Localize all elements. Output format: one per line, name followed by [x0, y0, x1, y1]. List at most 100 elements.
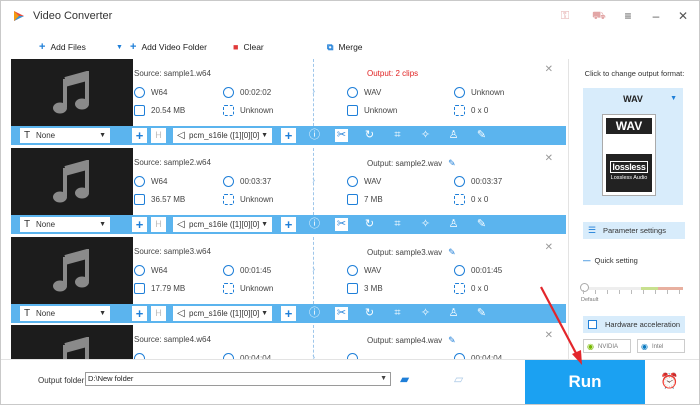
- crop-icon[interactable]: ⌗: [391, 218, 404, 231]
- edit-toolbar: T None ▼ + H ◁ pcm_s16le ([1][0][0] ▼ + ⓘ ✂ …: [11, 126, 566, 145]
- effects-wand-icon[interactable]: ✧: [419, 307, 432, 320]
- file-item[interactable]: Source: sample2.w64 ✕ W64 00:03:37 36.57…: [11, 148, 566, 237]
- output-filename[interactable]: Output: sample2.wav ✎: [367, 158, 456, 169]
- add-audio-button[interactable]: +: [281, 128, 296, 143]
- rotate-icon[interactable]: ↻: [363, 307, 376, 320]
- scissors-icon[interactable]: ✂: [335, 129, 348, 142]
- output-folder-field[interactable]: D:\New folder ▼: [85, 372, 391, 386]
- rotate-icon[interactable]: ↻: [363, 218, 376, 231]
- hardware-acceleration-toggle[interactable]: Hardware acceleration: [583, 316, 685, 333]
- open-folder-icon[interactable]: ▰: [400, 372, 409, 386]
- run-button[interactable]: Run: [525, 360, 645, 404]
- source-duration-value: 00:02:02: [240, 88, 272, 97]
- caret-down-icon[interactable]: ▼: [380, 373, 387, 385]
- output-size-value: 7 MB: [364, 195, 383, 204]
- arrow-right-icon: ›: [312, 352, 316, 359]
- output-format-value: WAV: [364, 88, 382, 97]
- add-audio-button[interactable]: +: [281, 217, 296, 232]
- audio-track-select[interactable]: ◁ pcm_s16le ([1][0][0] ▼: [173, 128, 272, 143]
- subtitle-h-icon[interactable]: H: [151, 306, 166, 321]
- output-size-value: 3 MB: [364, 284, 383, 293]
- add-subtitle-button[interactable]: +: [132, 128, 147, 143]
- output-filename-value: Output: sample2.wav: [367, 159, 443, 168]
- output-duration-value: Unknown: [471, 88, 505, 97]
- add-subtitle-button[interactable]: +: [132, 306, 147, 321]
- remove-item-icon[interactable]: ✕: [545, 330, 553, 341]
- edit-pencil-icon[interactable]: ✎: [448, 335, 456, 346]
- remove-item-icon[interactable]: ✕: [545, 153, 553, 164]
- edit-pencil-icon[interactable]: ✎: [448, 247, 456, 258]
- output-filename[interactable]: Output: 2 clips: [367, 69, 418, 78]
- cart-icon[interactable]: ⛟: [592, 10, 606, 22]
- close-window-icon[interactable]: ✕: [676, 9, 690, 23]
- file-item[interactable]: Source: sample3.w64 ✕ W64 00:01:45 17.79…: [11, 237, 566, 326]
- subtitle-h-icon[interactable]: H: [151, 217, 166, 232]
- audio-track-select[interactable]: ◁ pcm_s16le ([1][0][0] ▼: [173, 306, 272, 321]
- source-duration: 00:02:02: [223, 87, 271, 98]
- source-size-value: 36.57 MB: [151, 195, 186, 204]
- add-subtitle-button[interactable]: +: [132, 217, 147, 232]
- watermark-stamp-icon[interactable]: ♙: [447, 218, 460, 231]
- watermark-stamp-icon[interactable]: ♙: [447, 307, 460, 320]
- file-size-icon: [347, 105, 358, 116]
- wav-format-badge: WAV lossless Lossless Audio: [602, 114, 656, 196]
- key-icon[interactable]: ⚿: [559, 10, 571, 22]
- resolution-icon: [454, 283, 465, 294]
- format-icon: [134, 176, 145, 187]
- output-format-selector[interactable]: WAV ▼ WAV lossless Lossless Audio: [583, 88, 683, 205]
- file-item[interactable]: Source: sample4.w64 ✕ 00:04:04 › Output:…: [11, 325, 566, 359]
- add-audio-button[interactable]: +: [281, 306, 296, 321]
- parameter-settings-button[interactable]: ☰ Parameter settings: [583, 222, 685, 239]
- info-icon[interactable]: ⓘ: [308, 129, 321, 142]
- rotate-icon[interactable]: ↻: [363, 129, 376, 142]
- menu-icon[interactable]: ≡: [621, 9, 635, 23]
- nvidia-option[interactable]: ◉ NVIDIA: [583, 339, 631, 353]
- speaker-icon: ◁: [177, 308, 185, 319]
- caret-down-icon: ▼: [99, 132, 106, 139]
- audio-track-select[interactable]: ◁ pcm_s16le ([1][0][0] ▼: [173, 217, 272, 232]
- scissors-icon[interactable]: ✂: [335, 307, 348, 320]
- clear-button[interactable]: ■ Clear: [233, 41, 264, 53]
- effects-wand-icon[interactable]: ✧: [419, 129, 432, 142]
- plus-icon: +: [130, 41, 137, 53]
- clock-icon: [454, 176, 465, 187]
- output-folder-label: Output folder:: [38, 376, 87, 385]
- edit-pen-icon[interactable]: ✎: [475, 218, 488, 231]
- source-duration-value: 00:03:37: [240, 177, 272, 186]
- audio-track-value: pcm_s16le ([1][0][0]: [189, 131, 260, 140]
- intel-option[interactable]: ◉ Intel: [637, 339, 685, 353]
- arrow-right-icon: ›: [312, 264, 316, 275]
- edit-pencil-icon[interactable]: ✎: [448, 158, 456, 169]
- output-filename[interactable]: Output: sample4.wav ✎: [367, 335, 456, 346]
- remove-item-icon[interactable]: ✕: [545, 242, 553, 253]
- alarm-clock-icon[interactable]: ⏰: [660, 372, 679, 390]
- edit-pen-icon[interactable]: ✎: [475, 307, 488, 320]
- output-filename[interactable]: Output: sample3.wav ✎: [367, 247, 456, 258]
- output-format-panel: Click to change output format: WAV ▼ WAV…: [568, 59, 699, 359]
- crop-icon[interactable]: ⌗: [391, 307, 404, 320]
- add-files-button[interactable]: + Add Files: [39, 41, 86, 53]
- merge-button[interactable]: ⧉ Merge: [327, 41, 363, 53]
- remove-item-icon[interactable]: ✕: [545, 64, 553, 75]
- info-icon[interactable]: ⓘ: [308, 307, 321, 320]
- file-item[interactable]: Source: sample1.w64 ✕ W64 00:02:02 20.54…: [11, 59, 566, 148]
- source-format: W64: [134, 265, 167, 276]
- clock-icon: [454, 265, 465, 276]
- effects-wand-icon[interactable]: ✧: [419, 218, 432, 231]
- subtitle-h-icon[interactable]: H: [151, 128, 166, 143]
- info-icon[interactable]: ⓘ: [308, 218, 321, 231]
- browse-folder-icon[interactable]: ▱: [454, 372, 463, 386]
- subtitle-select[interactable]: T None ▼: [20, 217, 110, 232]
- watermark-stamp-icon[interactable]: ♙: [447, 129, 460, 142]
- subtitle-select[interactable]: T None ▼: [20, 128, 110, 143]
- scissors-icon[interactable]: ✂: [335, 218, 348, 231]
- source-duration: 00:01:45: [223, 265, 271, 276]
- minimize-icon[interactable]: –: [649, 9, 663, 23]
- crop-icon[interactable]: ⌗: [391, 129, 404, 142]
- output-folder-value: D:\New folder: [88, 374, 134, 383]
- add-video-folder-button[interactable]: + Add Video Folder: [130, 41, 207, 53]
- speaker-icon: ◁: [177, 219, 185, 230]
- add-files-dropdown[interactable]: ▼: [116, 41, 123, 53]
- subtitle-select[interactable]: T None ▼: [20, 306, 110, 321]
- edit-pen-icon[interactable]: ✎: [475, 129, 488, 142]
